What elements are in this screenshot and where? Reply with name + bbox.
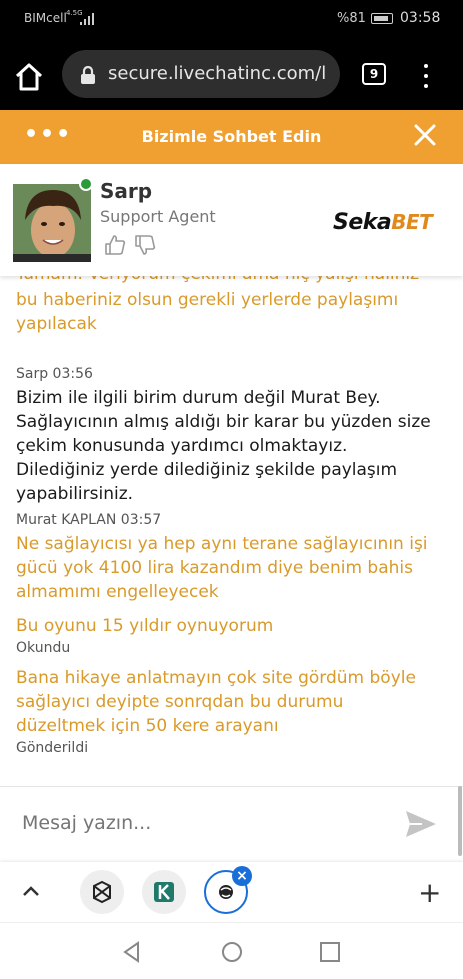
agent-name: Sarp (100, 179, 153, 203)
close-icon[interactable] (412, 122, 438, 148)
browser-tab-strip: × + (0, 862, 463, 922)
battery-icon (371, 13, 393, 24)
send-icon[interactable] (404, 809, 438, 839)
user-message: Bana hikaye anlatmayın çok site gördüm b… (16, 668, 416, 736)
user-message: Bu oyunu 15 yıldır oynuyorum (16, 616, 274, 636)
new-tab-icon[interactable]: + (418, 876, 441, 909)
home-icon[interactable] (12, 60, 46, 94)
signal-icon (80, 13, 94, 25)
system-navbar (0, 922, 463, 979)
chat-title: Bizimle Sohbet Edin (141, 127, 322, 146)
scrollbar[interactable] (458, 786, 462, 856)
tab-close-icon[interactable]: × (232, 866, 252, 886)
carrier-name: BIMcell (24, 11, 67, 25)
thumbs-up-icon[interactable] (104, 234, 126, 256)
user-message: Ne sağlayıcısı ya hep aynı terane sağlay… (16, 534, 428, 602)
user-message: bu haberiniz olsun gerekli yerlerde payl… (16, 290, 399, 334)
tab-favicon-k[interactable] (142, 870, 186, 914)
chat-header: ••• Bizimle Sohbet Edin (0, 110, 463, 164)
tab-switcher-button[interactable]: 9 (362, 63, 386, 85)
address-bar[interactable]: secure.livechatinc.com/l (62, 50, 340, 98)
online-indicator (79, 177, 93, 191)
tab-favicon-a[interactable] (80, 870, 124, 914)
logo-part2: BET (391, 210, 433, 234)
read-status: Okundu (16, 640, 71, 656)
avatar (13, 184, 91, 262)
chevron-up-icon[interactable] (20, 882, 42, 900)
battery-percent: %81 (337, 11, 366, 26)
status-bar: BIMcell 4.5G %81 03:58 (0, 0, 463, 38)
message-meta: Murat KAPLAN 03:57 (16, 512, 162, 528)
message-list: Tamam. Veriyorum çekimi ama hiç yalışı h… (0, 276, 463, 784)
clock: 03:58 (400, 10, 441, 26)
message-meta: Sarp 03:56 (16, 366, 93, 382)
more-menu-icon[interactable] (418, 62, 434, 90)
lock-icon (81, 66, 95, 84)
home-nav-icon[interactable] (220, 940, 244, 964)
browser-toolbar: secure.livechatinc.com/l 9 (0, 38, 463, 110)
sent-status: Gönderildi (16, 740, 89, 756)
message-composer (0, 786, 463, 863)
agent-role: Support Agent (100, 207, 216, 226)
back-icon[interactable] (122, 941, 142, 963)
brand-logo: SekaBET (333, 210, 433, 235)
thumbs-down-icon[interactable] (134, 234, 156, 256)
url-text: secure.livechatinc.com/l (108, 63, 327, 84)
agent-card: Sarp Support Agent SekaBET (0, 164, 463, 276)
message-input[interactable] (20, 811, 384, 835)
recents-icon[interactable] (319, 941, 341, 963)
clipped-message-line: Tamam. Veriyorum çekimi ama hiç yalışı h… (16, 276, 446, 286)
agent-message: Bizim ile ilgili birim durum değil Murat… (16, 388, 431, 504)
logo-part1: Seka (333, 210, 392, 235)
